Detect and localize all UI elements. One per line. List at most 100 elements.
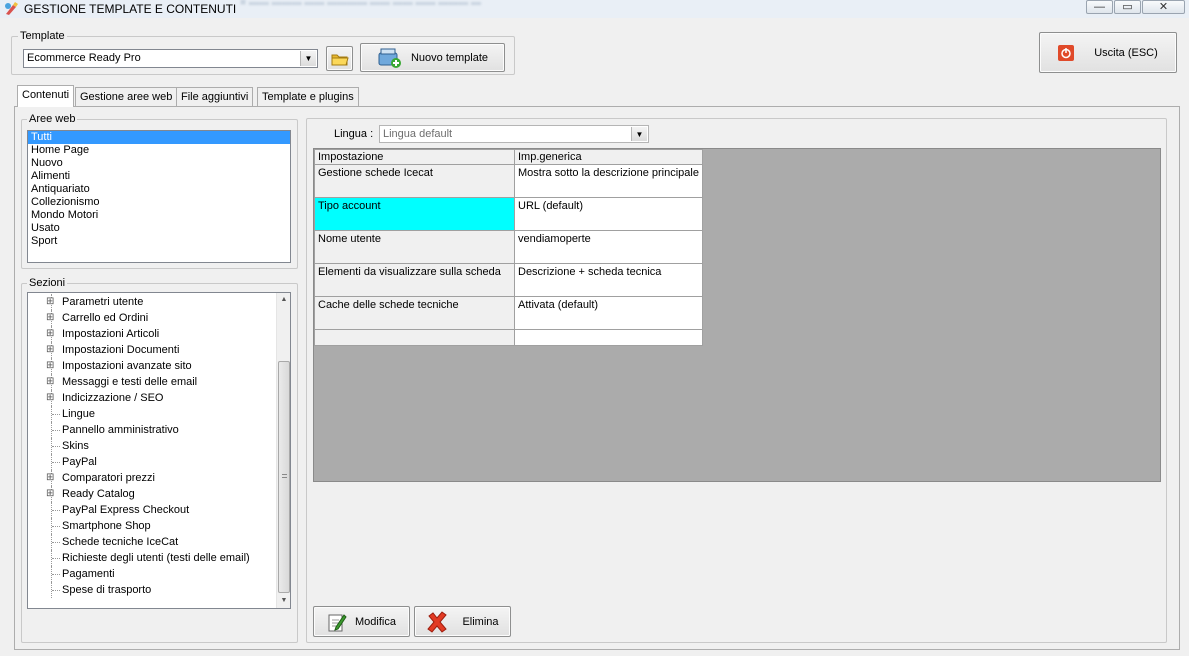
new-template-label: Nuovo template xyxy=(410,51,489,64)
settings-grid: Impostazione Imp.generica Gestione sched… xyxy=(314,149,703,346)
delete-x-icon xyxy=(427,610,448,633)
grid-cell-value[interactable] xyxy=(514,329,703,346)
aree-web-item[interactable]: Tutti xyxy=(28,131,290,144)
modifica-button[interactable]: Modifica xyxy=(313,606,410,637)
aree-web-list[interactable]: Tutti Home Page Nuovo Alimenti Antiquariato C… xyxy=(27,130,291,263)
tree-item[interactable]: ⊞ Impostazioni Articoli xyxy=(28,326,276,342)
aree-web-item[interactable]: Mondo Motori xyxy=(28,209,290,222)
grid-cell-setting[interactable]: Elementi da visualizzare sulla scheda xyxy=(314,263,515,297)
tree-item[interactable]: Richieste degli utenti (testi delle emai… xyxy=(28,550,276,566)
restore-button[interactable]: ▭ xyxy=(1114,0,1141,14)
tree-item[interactable]: PayPal Express Checkout xyxy=(28,502,276,518)
aree-web-item[interactable]: Antiquariato xyxy=(28,183,290,196)
tree-item[interactable]: Schede tecniche IceCat xyxy=(28,534,276,550)
expand-icon[interactable]: ⊞ xyxy=(46,473,54,483)
tree-item[interactable]: ⊞ Ready Catalog xyxy=(28,486,276,502)
app-icon xyxy=(5,2,18,15)
grid-row[interactable]: Tipo account URL (default) xyxy=(314,197,703,231)
expand-icon[interactable]: ⊞ xyxy=(46,489,54,499)
grid-cell-setting[interactable] xyxy=(314,329,515,346)
aree-web-item[interactable]: Alimenti xyxy=(28,170,290,183)
tree-item[interactable]: ⊞ Comparatori prezzi xyxy=(28,470,276,486)
exit-button[interactable]: Uscita (ESC) xyxy=(1039,32,1177,73)
template-select-value: Ecommerce Ready Pro xyxy=(27,52,141,64)
grid-cell-setting[interactable]: Nome utente xyxy=(314,230,515,264)
minimize-button[interactable]: — xyxy=(1086,0,1113,14)
expand-icon[interactable]: ⊞ xyxy=(46,297,54,307)
aree-web-label: Aree web xyxy=(27,113,78,125)
lingua-select-value: Lingua default xyxy=(383,128,453,140)
expand-icon[interactable]: ⊞ xyxy=(46,345,54,355)
grid-cell-value[interactable]: Attivata (default) xyxy=(514,296,703,330)
tree-connector xyxy=(52,558,60,559)
grid-cell-setting[interactable]: Gestione schede Icecat xyxy=(314,164,515,198)
tree-item[interactable]: Lingue xyxy=(28,406,276,422)
tree-item[interactable]: ⊞ Carrello ed Ordini xyxy=(28,310,276,326)
tree-item[interactable]: Skins xyxy=(28,438,276,454)
grid-header-imp-generica: Imp.generica xyxy=(514,149,703,165)
tab-gestione-aree-web[interactable]: Gestione aree web xyxy=(75,87,178,106)
aree-web-item[interactable]: Nuovo xyxy=(28,157,290,170)
tab-contenuti[interactable]: Contenuti xyxy=(17,85,75,107)
aree-web-item[interactable]: Usato xyxy=(28,222,290,235)
chevron-down-icon[interactable]: ▼ xyxy=(631,127,647,141)
tree-item-label: Carrello ed Ordini xyxy=(62,312,149,324)
expand-icon[interactable]: ⊞ xyxy=(46,329,54,339)
aree-web-item[interactable]: Home Page xyxy=(28,144,290,157)
tree-connector xyxy=(52,462,60,463)
open-folder-button[interactable] xyxy=(326,46,353,71)
tree-item[interactable]: ⊞ Parametri utente xyxy=(28,294,276,310)
tree-connector xyxy=(52,542,60,543)
expand-icon[interactable]: ⊞ xyxy=(46,393,54,403)
tree-item-label: Impostazioni Documenti xyxy=(62,344,180,356)
tree-item[interactable]: ⊞ Messaggi e testi delle email xyxy=(28,374,276,390)
expand-icon[interactable]: ⊞ xyxy=(46,377,54,387)
aree-web-item[interactable]: Collezionismo xyxy=(28,196,290,209)
tree-item[interactable]: Pannello amministrativo xyxy=(28,422,276,438)
grid-row[interactable]: Cache delle schede tecniche Attivata (def… xyxy=(314,296,703,330)
tree-item[interactable]: PayPal xyxy=(28,454,276,470)
power-icon xyxy=(1058,44,1075,61)
grid-cell-setting[interactable]: Tipo account xyxy=(314,197,515,231)
tree-item[interactable]: ⊞ Impostazioni avanzate sito xyxy=(28,358,276,374)
grid-row[interactable]: Gestione schede Icecat Mostra sotto la de… xyxy=(314,164,703,198)
tree-item[interactable]: Pagamenti xyxy=(28,566,276,582)
grid-row[interactable]: Elementi da visualizzare sulla scheda Des… xyxy=(314,263,703,297)
grid-cell-value[interactable]: Mostra sotto la descrizione principale xyxy=(514,164,703,198)
grid-header-impostazione: Impostazione xyxy=(314,149,515,165)
tree-item[interactable]: ⊞ Indicizzazione / SEO xyxy=(28,390,276,406)
elimina-button[interactable]: Elimina xyxy=(414,606,511,637)
scroll-down-icon[interactable]: ▼ xyxy=(277,594,290,608)
aree-web-item[interactable]: Sport xyxy=(28,235,290,248)
new-template-button[interactable]: Nuovo template xyxy=(360,43,505,72)
tree-connector xyxy=(52,414,60,415)
grid-row[interactable]: Nome utente vendiamoperte xyxy=(314,230,703,264)
lingua-select[interactable]: Lingua default ▼ xyxy=(379,125,649,143)
expand-icon[interactable]: ⊞ xyxy=(46,313,54,323)
window-title: GESTIONE TEMPLATE E CONTENUTI xyxy=(24,2,237,16)
tab-file-aggiuntivi[interactable]: File aggiuntivi xyxy=(176,87,254,106)
chevron-down-icon[interactable]: ▼ xyxy=(300,51,316,66)
sezioni-scrollbar[interactable]: ▲ ▼ xyxy=(276,293,290,608)
tree-item[interactable]: ⊞ Impostazioni Documenti xyxy=(28,342,276,358)
tree-item[interactable]: Smartphone Shop xyxy=(28,518,276,534)
tree-connector xyxy=(52,574,60,575)
tree-item-label: Pagamenti xyxy=(62,568,115,580)
tree-item-label: Skins xyxy=(62,440,89,452)
close-button[interactable]: ✕ xyxy=(1142,0,1185,14)
tree-item[interactable]: Spese di trasporto xyxy=(28,582,276,598)
tab-template-e-plugins[interactable]: Template e plugins xyxy=(257,87,359,106)
grid-cell-value[interactable]: vendiamoperte xyxy=(514,230,703,264)
grid-cell-value[interactable]: URL (default) xyxy=(514,197,703,231)
tree-item-label: Messaggi e testi delle email xyxy=(62,376,198,388)
template-select[interactable]: Ecommerce Ready Pro ▼ xyxy=(23,49,318,68)
grid-cell-value[interactable]: Descrizione + scheda tecnica xyxy=(514,263,703,297)
expand-icon[interactable]: ⊞ xyxy=(46,361,54,371)
sezioni-tree[interactable]: ⊞ Parametri utente ⊞ Carrello ed Ordini ⊞ Imp… xyxy=(27,292,291,609)
scroll-up-icon[interactable]: ▲ xyxy=(277,293,290,307)
folder-icon xyxy=(331,54,349,65)
grid-cell-setting[interactable]: Cache delle schede tecniche xyxy=(314,296,515,330)
grid-row-empty[interactable] xyxy=(314,329,703,346)
scroll-thumb[interactable] xyxy=(278,361,290,593)
tree-connector xyxy=(52,446,60,447)
